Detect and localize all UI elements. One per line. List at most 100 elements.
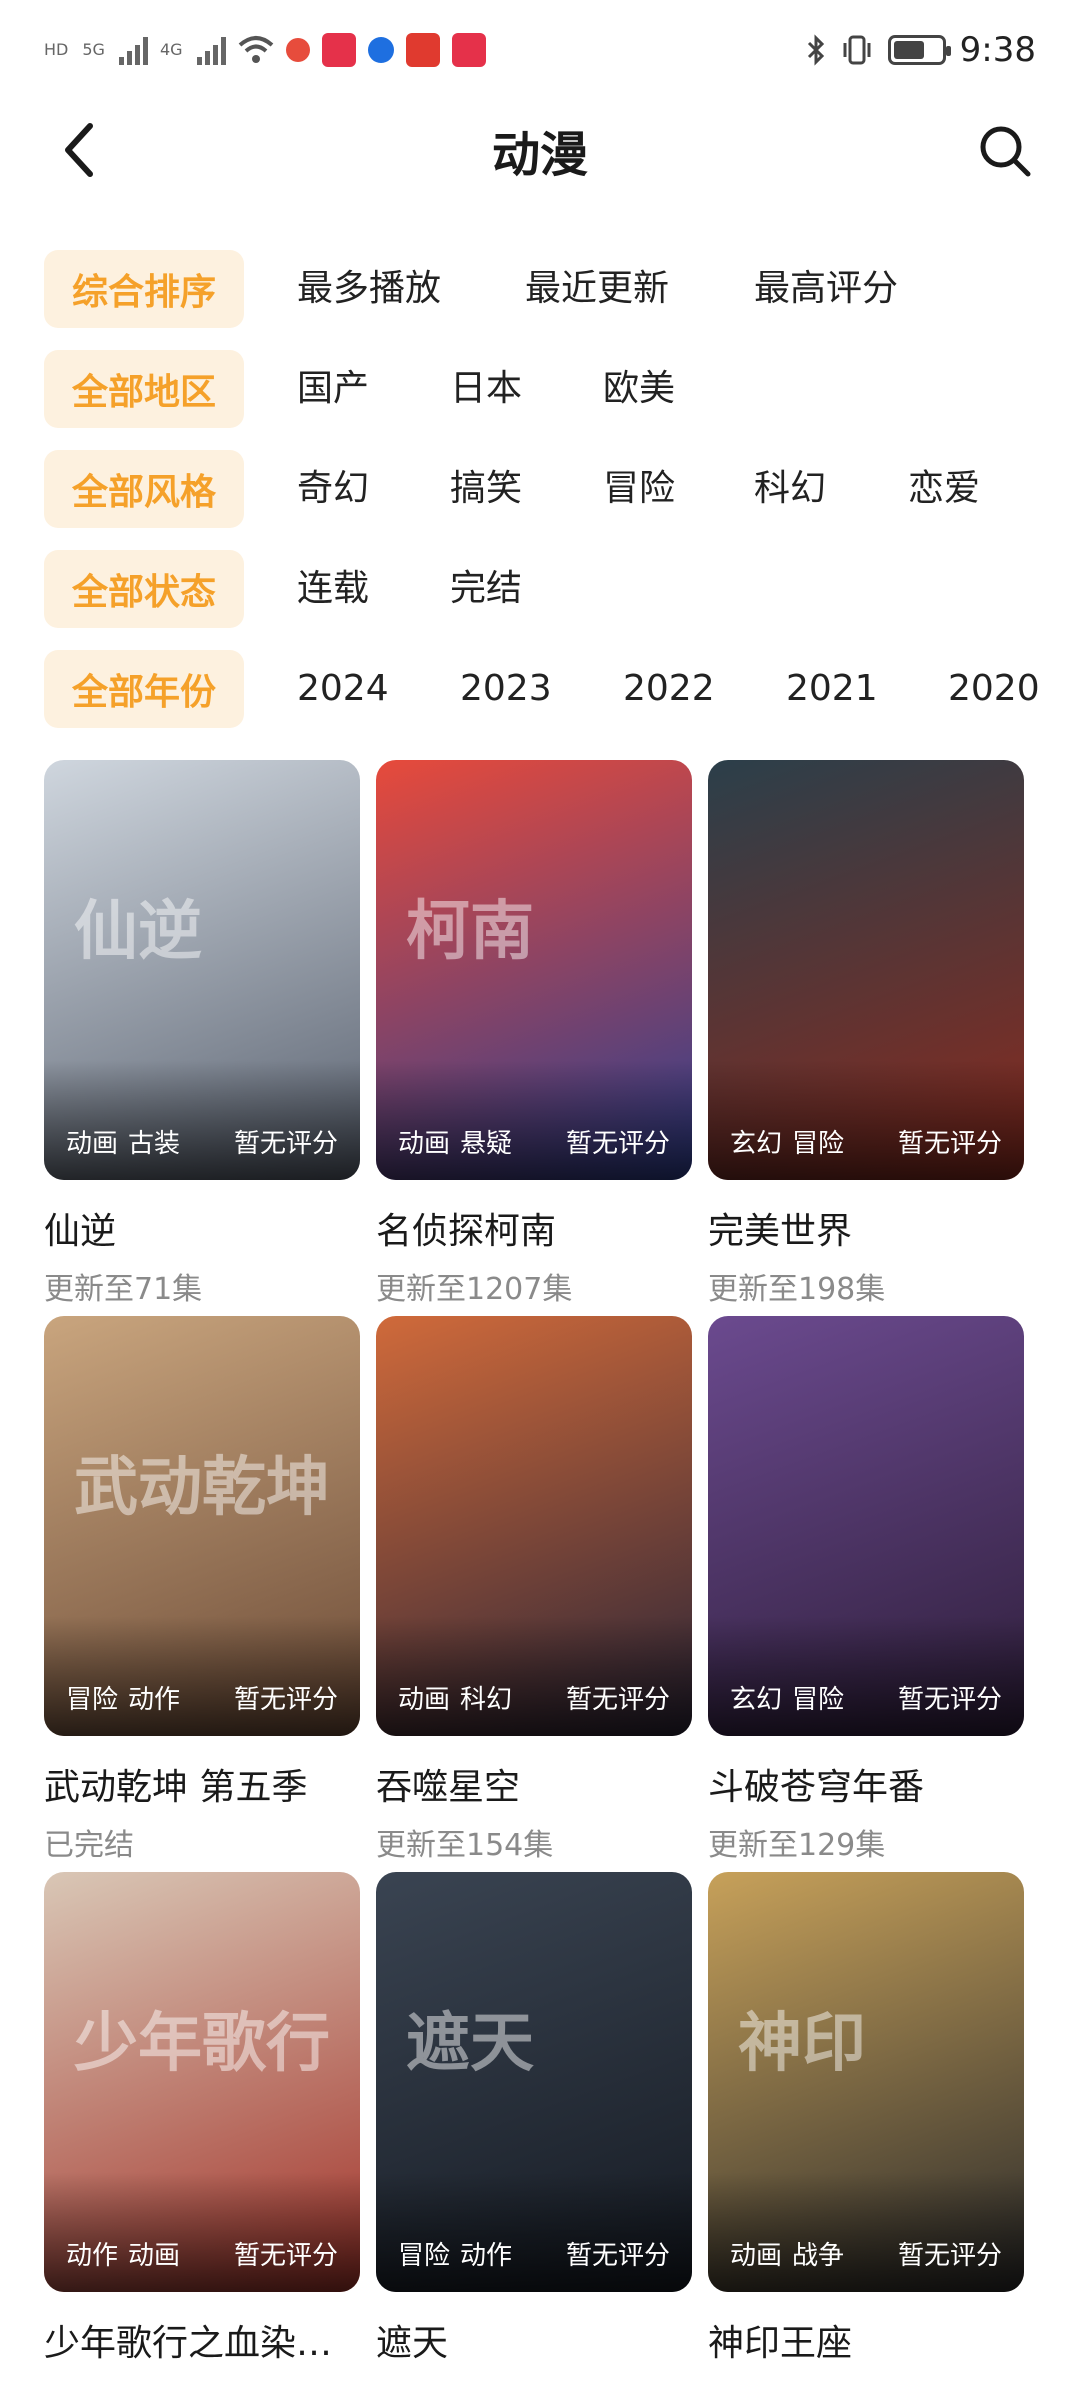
filter-option[interactable]: 搞笑 xyxy=(450,450,522,528)
anime-card[interactable]: 仙逆 动画 古装 暂无评分 仙逆 更新至71集 xyxy=(44,760,360,1308)
genre-tag: 科幻 xyxy=(460,1685,513,1715)
filter-option[interactable]: 完结 xyxy=(450,550,522,628)
anime-card[interactable]: 柯南 动画 悬疑 暂无评分 名侦探柯南 更新至1207集 xyxy=(376,760,692,1308)
genre-tags: 冒险 动作 xyxy=(66,1679,180,1716)
filter-option[interactable]: 2023 xyxy=(460,650,552,728)
filter-row: 全部风格 奇幻 搞笑 冒险 科幻 恋爱 xyxy=(0,450,1080,528)
poster-image[interactable]: 柯南 动画 悬疑 暂无评分 xyxy=(376,760,692,1180)
poster-gradient xyxy=(708,1060,1024,1180)
status-bar: HD 5G 4G 9:38 xyxy=(0,0,1080,100)
genre-tags: 动画 战争 xyxy=(730,2235,844,2272)
anime-title[interactable]: 武动乾坤 第五季 xyxy=(44,1758,360,1810)
signal-icon-2 xyxy=(196,35,226,65)
episode-status: 更新至154集 xyxy=(376,1828,554,1863)
poster-image[interactable]: 玄幻 冒险 暂无评分 xyxy=(708,760,1024,1180)
rating-label: 暂无评分 xyxy=(897,1685,1002,1715)
anime-card[interactable]: 遮天 冒险 动作 暂无评分遮天 xyxy=(376,1872,692,2366)
poster-image[interactable]: 遮天 冒险 动作 暂无评分 xyxy=(376,1872,692,2292)
poster-gradient xyxy=(376,2172,692,2292)
anime-title[interactable]: 遮天 xyxy=(376,2314,692,2366)
search-icon xyxy=(980,126,1031,177)
filter-row: 全部地区 国产 日本 欧美 xyxy=(0,350,1080,428)
genre-tag: 冒险 xyxy=(792,1685,845,1715)
anime-card[interactable]: 动画 科幻 暂无评分吞噬星空更新至154集 xyxy=(376,1316,692,1864)
poster-image[interactable]: 仙逆 动画 古装 暂无评分 xyxy=(44,760,360,1180)
filter-row: 全部年份 2024 2023 2022 2021 2020 xyxy=(0,650,1080,728)
status-icons-left: HD 5G 4G xyxy=(44,33,486,67)
filter-option[interactable]: 奇幻 xyxy=(297,450,369,528)
filter-active-pill[interactable]: 综合排序 xyxy=(44,250,244,328)
app-notification-icon-2 xyxy=(321,33,356,67)
filter-option[interactable]: 日本 xyxy=(450,350,522,428)
filter-active-pill[interactable]: 全部风格 xyxy=(44,450,244,528)
anime-title[interactable]: 名侦探柯南 xyxy=(376,1202,692,1254)
poster-gradient xyxy=(708,2172,1024,2292)
back-button[interactable] xyxy=(48,118,112,182)
poster-artwork-text: 武动乾坤 xyxy=(74,1450,330,1525)
poster-image[interactable]: 玄幻 冒险 暂无评分 xyxy=(708,1316,1024,1736)
filter-option[interactable]: 2020 xyxy=(948,650,1040,728)
genre-tag: 动画 xyxy=(66,1129,119,1159)
episode-status: 已完结 xyxy=(44,1828,134,1863)
genre-tags: 玄幻 冒险 xyxy=(730,1679,844,1716)
filter-option[interactable]: 冒险 xyxy=(603,450,675,528)
genre-tags: 玄幻 冒险 xyxy=(730,1123,844,1160)
filter-option[interactable]: 最高评分 xyxy=(754,250,898,328)
anime-title[interactable]: 完美世界 xyxy=(708,1202,1024,1254)
anime-card[interactable]: 武动乾坤冒险 动作 暂无评分武动乾坤 第五季已完结 xyxy=(44,1316,360,1864)
poster-gradient xyxy=(44,1060,360,1180)
rating-label: 暂无评分 xyxy=(233,1685,338,1715)
anime-title[interactable]: 仙逆 xyxy=(44,1202,360,1254)
filter-option[interactable]: 最近更新 xyxy=(525,250,669,328)
filter-option[interactable]: 连载 xyxy=(297,550,369,628)
signal-icon xyxy=(118,35,148,65)
poster-gradient xyxy=(708,1616,1024,1736)
episode-status: 更新至71集 xyxy=(44,1272,203,1307)
filter-option[interactable]: 2022 xyxy=(623,650,715,728)
filter-option[interactable]: 2024 xyxy=(297,650,389,728)
search-button[interactable] xyxy=(970,116,1040,186)
filter-panel: 综合排序 最多播放 最近更新 最高评分全部地区 国产 日本 欧美全部风格 奇幻 搞笑 冒险 科幻 恋爱… xyxy=(0,250,1080,750)
poster-artwork-text: 仙逆 xyxy=(74,894,202,969)
poster-gradient xyxy=(44,2172,360,2292)
anime-title[interactable]: 吞噬星空 xyxy=(376,1758,692,1810)
anime-card[interactable]: 玄幻 冒险 暂无评分斗破苍穹年番更新至129集 xyxy=(708,1316,1024,1864)
genre-tags: 冒险 动作 xyxy=(398,2235,512,2272)
filter-active-pill[interactable]: 全部年份 xyxy=(44,650,244,728)
filter-option[interactable]: 恋爱 xyxy=(908,450,980,528)
battery-icon xyxy=(887,35,951,65)
filter-active-pill[interactable]: 全部状态 xyxy=(44,550,244,628)
rating-label: 暂无评分 xyxy=(565,1685,670,1715)
filter-option[interactable]: 科幻 xyxy=(754,450,826,528)
filter-active-pill[interactable]: 全部地区 xyxy=(44,350,244,428)
poster-image[interactable]: 神印动画 战争 暂无评分 xyxy=(708,1872,1024,2292)
rating-label: 暂无评分 xyxy=(233,1129,338,1159)
anime-title[interactable]: 斗破苍穹年番 xyxy=(708,1758,1024,1810)
app-notification-icon-3 xyxy=(367,37,394,63)
genre-tag: 动作 xyxy=(128,1685,181,1715)
app-notification-icon xyxy=(285,38,310,62)
back-arrow-icon xyxy=(65,123,93,177)
genre-tags: 动画 科幻 xyxy=(398,1679,512,1716)
4g-label: 4G xyxy=(159,40,183,59)
rating-label: 暂无评分 xyxy=(897,2241,1002,2271)
5g-label: 5G xyxy=(82,40,105,59)
anime-card[interactable]: 少年歌行 动作 动画 暂无评分少年歌行之血染… xyxy=(44,1872,360,2366)
filter-option[interactable]: 欧美 xyxy=(603,350,675,428)
poster-image[interactable]: 少年歌行 动作 动画 暂无评分 xyxy=(44,1872,360,2292)
anime-title[interactable]: 神印王座 xyxy=(708,2314,1024,2366)
genre-tag: 玄幻 xyxy=(730,1129,783,1159)
poster-image[interactable]: 武动乾坤冒险 动作 暂无评分 xyxy=(44,1316,360,1736)
filter-option[interactable]: 最多播放 xyxy=(297,250,441,328)
poster-artwork-text: 神印 xyxy=(738,2006,866,2081)
genre-tag: 动作 xyxy=(460,2241,513,2271)
episode-status: 更新至129集 xyxy=(708,1828,886,1863)
anime-card[interactable]: 神印动画 战争 暂无评分神印王座 xyxy=(708,1872,1024,2366)
anime-title[interactable]: 少年歌行之血染… xyxy=(44,2314,360,2366)
filter-option[interactable]: 国产 xyxy=(297,350,369,428)
anime-card[interactable]: 玄幻 冒险 暂无评分 完美世界 更新至198集 xyxy=(708,760,1024,1308)
filter-option[interactable]: 2021 xyxy=(786,650,878,728)
genre-tag: 动画 xyxy=(128,2241,181,2271)
bluetooth-icon xyxy=(807,34,824,66)
poster-image[interactable]: 动画 科幻 暂无评分 xyxy=(376,1316,692,1736)
